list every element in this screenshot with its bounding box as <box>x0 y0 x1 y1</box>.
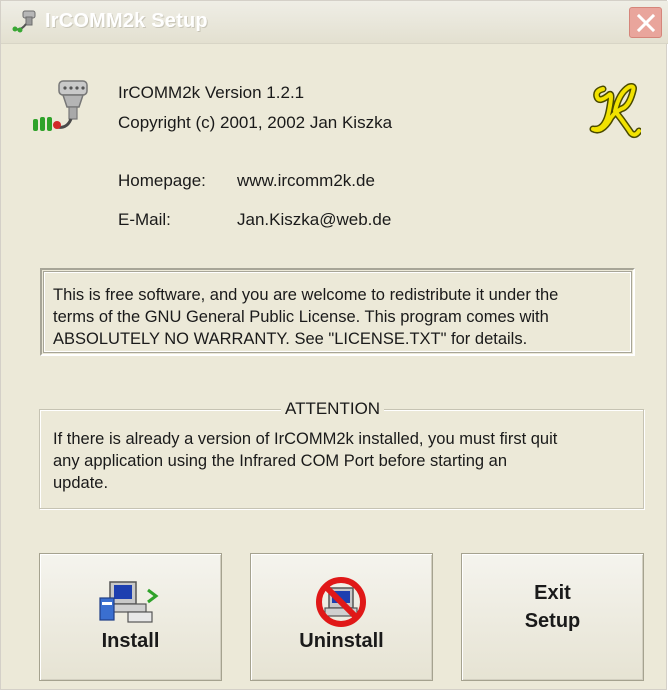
attention-title: ATTENTION <box>281 399 385 419</box>
attention-line-1: If there is already a version of IrCOMM2… <box>53 430 558 448</box>
close-button[interactable] <box>629 7 662 38</box>
title-bar[interactable]: IrCOMM2k Setup <box>1 1 668 44</box>
close-icon <box>636 13 656 33</box>
homepage-link[interactable]: www.ircomm2k.de <box>237 171 375 191</box>
uninstall-button[interactable]: Uninstall <box>250 553 433 681</box>
install-label: Install <box>101 630 160 652</box>
license-line-3: ABSOLUTELY NO WARRANTY. See "LICENSE.TXT… <box>53 330 528 348</box>
serial-plug-icon <box>12 10 36 33</box>
exit-label-line-2: Setup <box>524 610 581 632</box>
install-button[interactable]: Install <box>39 553 222 681</box>
copyright-text: Copyright (c) 2001, 2002 Jan Kiszka <box>118 113 393 132</box>
version-text: IrCOMM2k Version 1.2.1 <box>118 83 305 102</box>
ir-connector-icon <box>33 80 88 131</box>
uninstall-label: Uninstall <box>299 630 384 652</box>
no-computer-uninstall-icon <box>316 577 366 627</box>
setup-window: IrCOMM2k Setup IrCOMM2k Version 1.2.1 Co… <box>0 0 668 690</box>
attention-line-2: any application using the Infrared COM P… <box>53 452 507 470</box>
license-line-2: terms of the GNU General Public License.… <box>53 308 549 326</box>
attention-text: If there is already a version of IrCOMM2… <box>53 428 633 494</box>
exit-setup-button[interactable]: Exit Setup <box>461 553 644 681</box>
license-text: This is free software, and you are welco… <box>53 284 633 350</box>
attention-line-3: update. <box>53 474 109 492</box>
window-title: IrCOMM2k Setup <box>45 10 208 32</box>
script-k-logo-icon <box>589 83 641 139</box>
license-line-1: This is free software, and you are welco… <box>53 286 559 304</box>
homepage-label: Homepage: <box>118 171 206 190</box>
computer-install-icon <box>99 581 159 623</box>
email-label: E-Mail: <box>118 210 171 229</box>
exit-label-line-1: Exit <box>534 582 571 604</box>
email-link[interactable]: Jan.Kiszka@web.de <box>237 210 391 230</box>
